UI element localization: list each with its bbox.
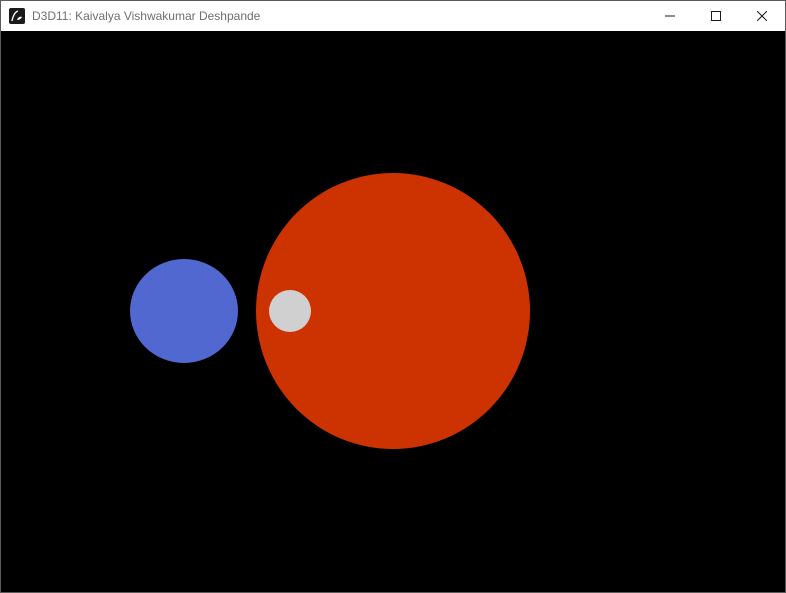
title-bar[interactable]: D3D11: Kaivalya Vishwakumar Deshpande (1, 1, 785, 31)
window-title: D3D11: Kaivalya Vishwakumar Deshpande (32, 9, 261, 23)
app-window: D3D11: Kaivalya Vishwakumar Deshpande (0, 0, 786, 593)
close-icon (757, 11, 767, 21)
scene-canvas (1, 31, 785, 592)
render-viewport[interactable] (1, 31, 785, 592)
minimize-icon (665, 15, 675, 17)
maximize-button[interactable] (693, 1, 739, 31)
small-gray-circle (269, 290, 311, 332)
blue-ellipse (130, 259, 238, 363)
maximize-icon (711, 11, 721, 21)
minimize-button[interactable] (647, 1, 693, 31)
app-icon[interactable] (9, 8, 25, 24)
close-button[interactable] (739, 1, 785, 31)
